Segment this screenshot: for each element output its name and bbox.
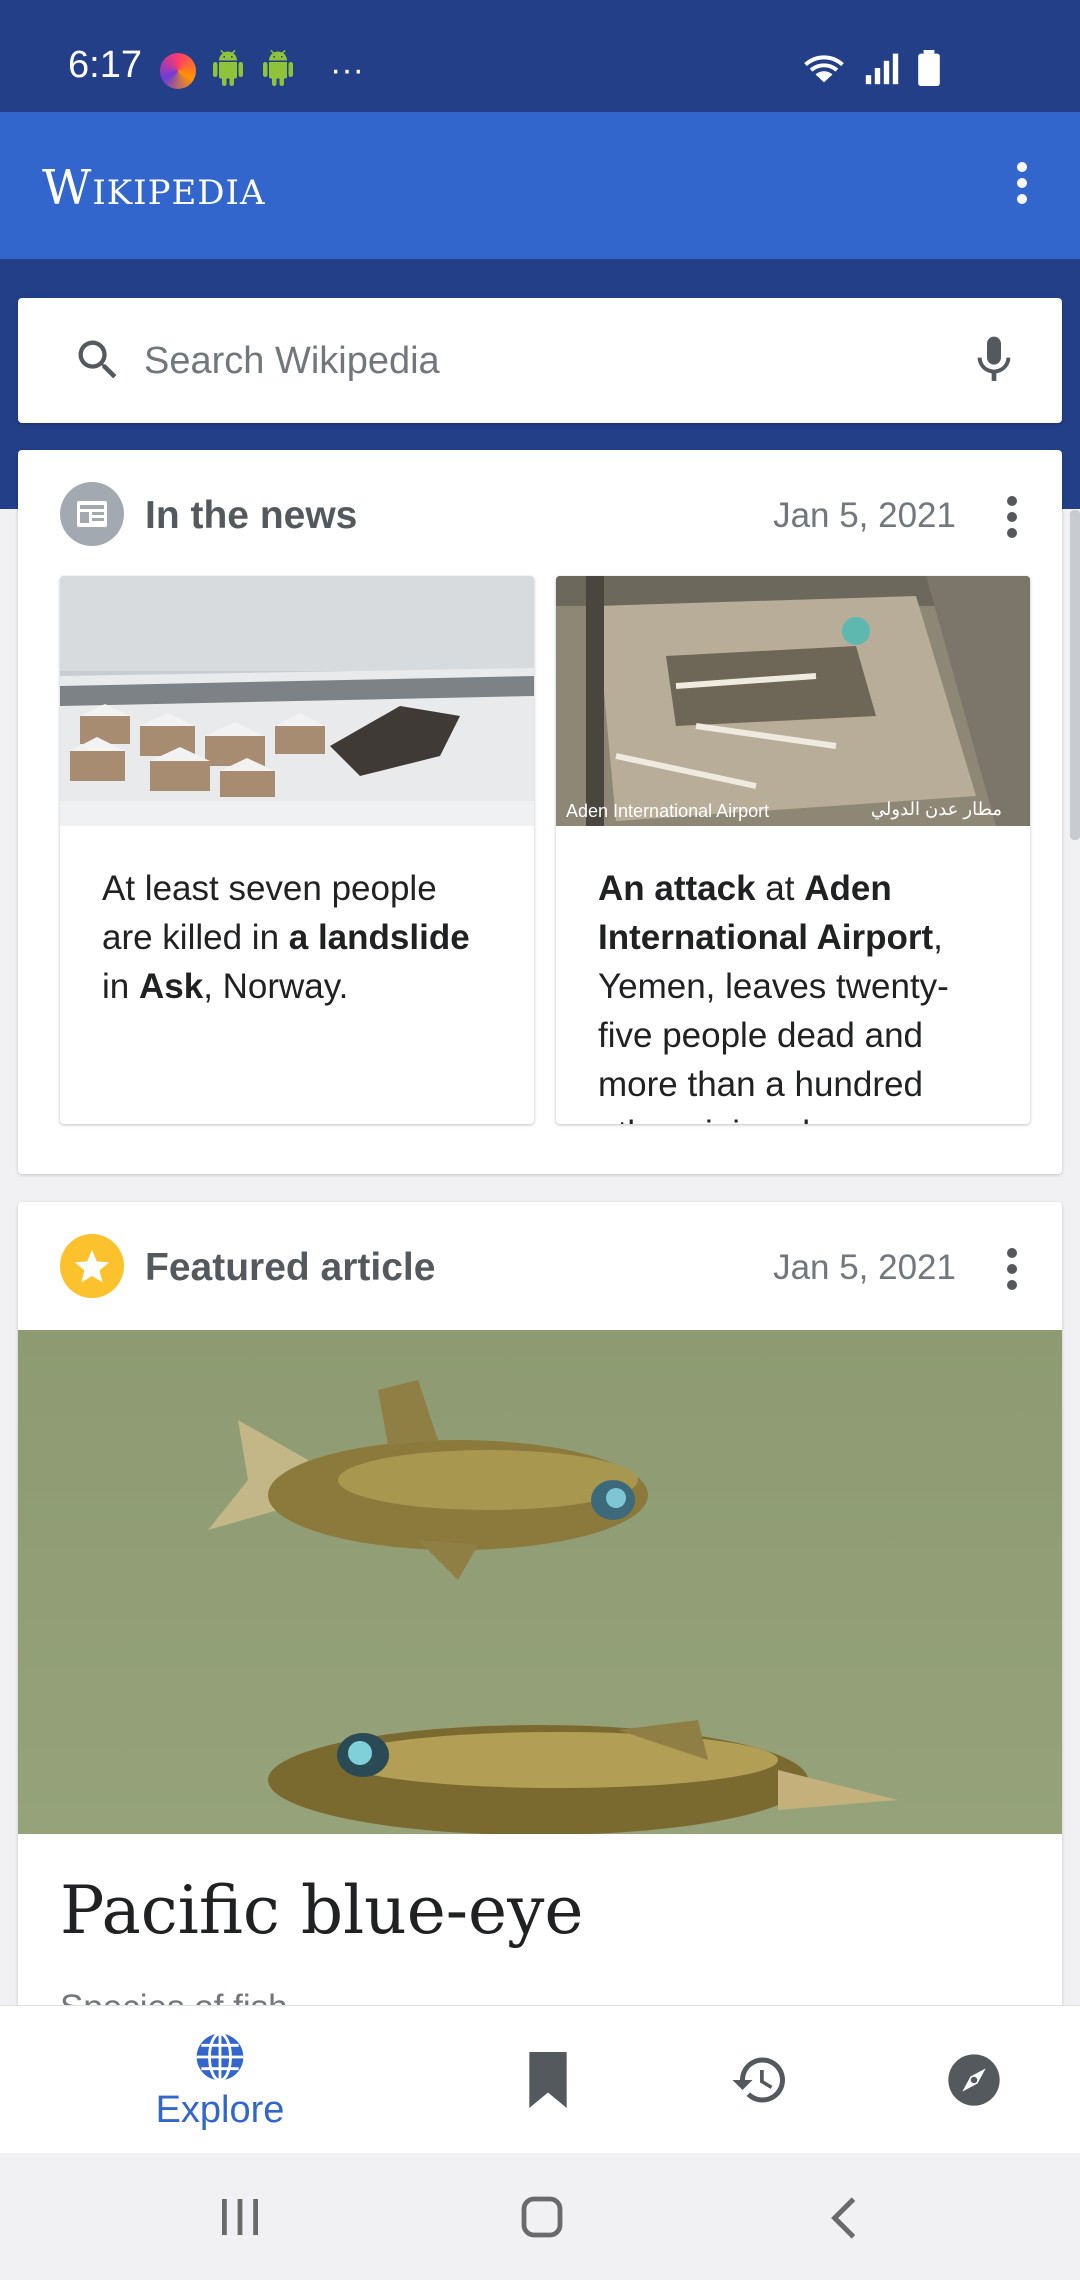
overflow-menu-icon[interactable] — [1004, 156, 1040, 216]
news-item-text: An attack at Aden International Airport,… — [598, 869, 949, 1124]
news-card-title: In the news — [145, 494, 358, 537]
bottom-navigation: Explore — [0, 2005, 1080, 2154]
featured-article-title[interactable]: Pacific blue-eye — [60, 1872, 583, 1949]
image-caption-arabic: مطار عدن الدولي — [870, 799, 1002, 819]
search-icon — [78, 340, 117, 379]
news-item[interactable]: Aden International Airport مطار عدن الدو… — [556, 576, 1030, 1124]
bookmark-icon — [529, 2052, 567, 2108]
featured-card-title: Featured article — [145, 1246, 436, 1289]
search-bar[interactable]: Search Wikipedia — [18, 298, 1062, 423]
nav-saved[interactable] — [508, 2006, 588, 2154]
wifi-icon — [804, 55, 844, 83]
star-icon — [60, 1234, 124, 1298]
news-item[interactable]: At least seven people are killed in a la… — [60, 576, 534, 1124]
featured-card-date: Jan 5, 2021 — [773, 1248, 956, 1287]
image-caption: Aden International Airport — [566, 801, 770, 821]
more-notifications-icon: ··· — [330, 51, 364, 89]
news-card-header: In the news Jan 5, 2021 — [18, 450, 1062, 580]
recent-apps-icon[interactable] — [218, 2197, 262, 2237]
nav-explore[interactable]: Explore — [140, 2006, 300, 2154]
home-icon[interactable] — [520, 2195, 564, 2239]
status-bar: 6:17 ··· — [0, 0, 1080, 112]
featured-card-menu-icon[interactable] — [1002, 1242, 1022, 1302]
android-icon — [260, 50, 296, 91]
search-input[interactable]: Search Wikipedia — [144, 340, 440, 383]
globe-icon — [196, 2031, 244, 2082]
wikipedia-logo: Wikipedia — [42, 160, 266, 216]
system-navigation-bar — [0, 2153, 1080, 2280]
nav-nearby[interactable] — [934, 2006, 1014, 2154]
ask-link[interactable]: Ask — [139, 967, 203, 1006]
scrollbar[interactable] — [1070, 510, 1080, 840]
aden-airport-image: Aden International Airport مطار عدن الدو… — [556, 576, 1030, 826]
news-card-menu-icon[interactable] — [1002, 490, 1022, 550]
fish-image — [18, 1330, 1062, 1834]
microphone-icon[interactable] — [966, 330, 1022, 390]
signal-icon — [865, 53, 899, 85]
system-icons — [802, 50, 940, 86]
landslide-link[interactable]: a landslide — [289, 918, 470, 957]
featured-article-card[interactable]: Featured article Jan 5, 2021 Pacific blu… — [18, 1202, 1062, 2027]
landslide-image — [60, 576, 534, 826]
compass-icon — [948, 2054, 1000, 2106]
nav-explore-label: Explore — [155, 2088, 285, 2131]
history-icon — [732, 2057, 785, 2103]
firefox-icon — [160, 52, 196, 89]
attack-link[interactable]: An attack — [598, 869, 756, 908]
app-bar: Wikipedia — [0, 112, 1080, 259]
featured-card-header: Featured article Jan 5, 2021 — [18, 1202, 1062, 1332]
battery-icon — [918, 50, 940, 86]
back-icon[interactable] — [826, 2195, 860, 2241]
news-item-text: At least seven people are killed in a la… — [102, 869, 470, 1006]
status-time: 6:17 — [68, 44, 142, 86]
android-icon — [210, 50, 246, 91]
news-card-date: Jan 5, 2021 — [773, 496, 956, 535]
news-card: In the news Jan 5, 2021 At least seven p… — [18, 450, 1062, 1174]
nav-history[interactable] — [720, 2006, 800, 2154]
news-icon — [60, 482, 124, 546]
notification-icons: ··· — [160, 50, 364, 91]
